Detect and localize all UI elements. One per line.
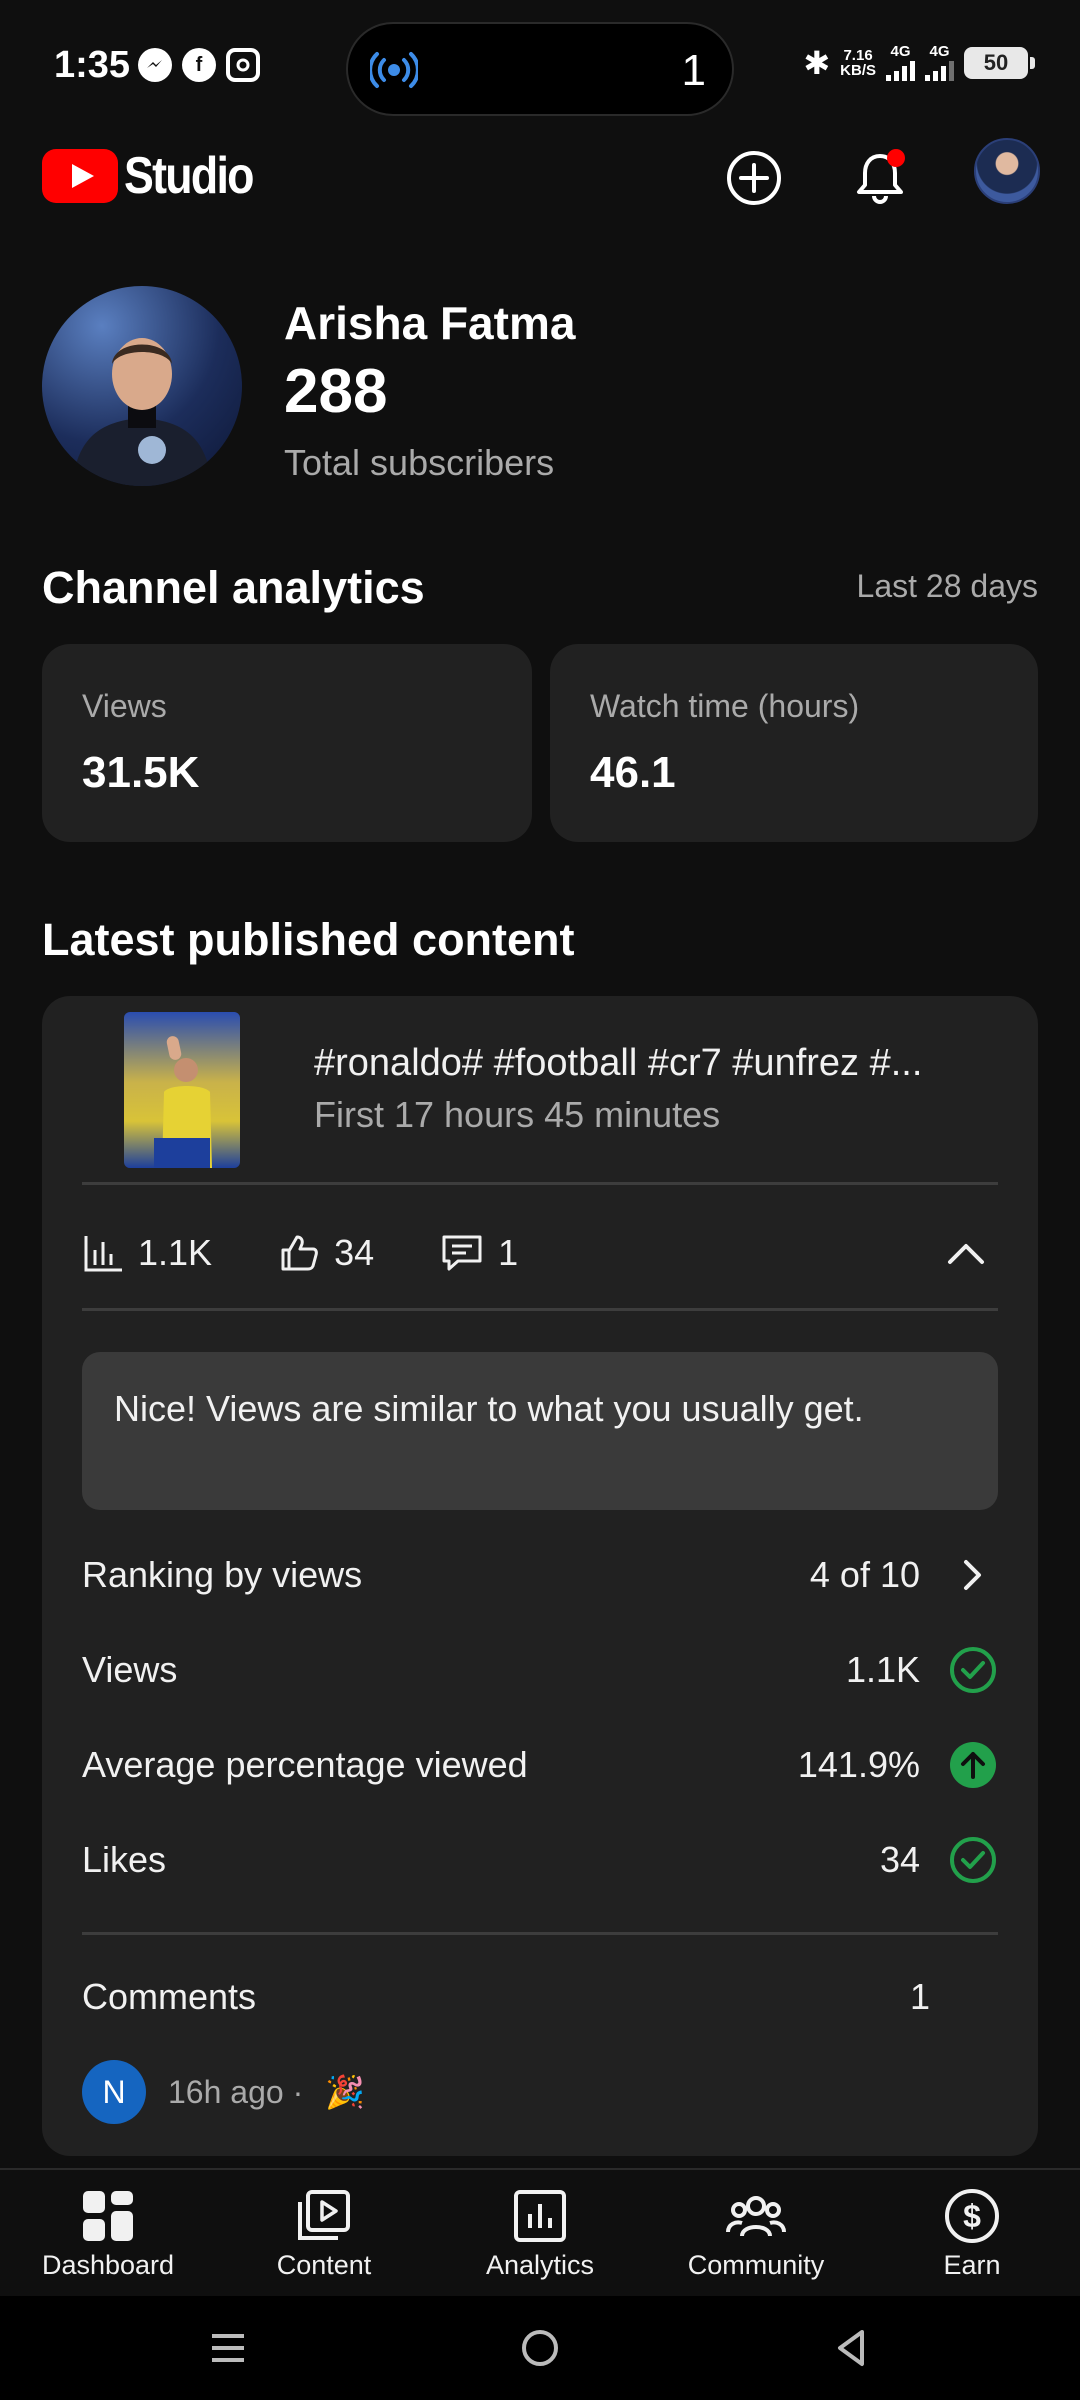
stat-label: Views xyxy=(82,688,167,724)
chevron-right-icon xyxy=(964,1560,981,1590)
messenger-icon xyxy=(138,48,172,82)
divider xyxy=(82,1308,998,1311)
comment-time: 16h ago · xyxy=(168,2073,304,2110)
views-card[interactable]: Views 31.5K xyxy=(42,644,532,842)
account-avatar[interactable] xyxy=(974,138,1040,204)
system-indicators: ✱ 7.16 KB/S 4G 4G 50 xyxy=(803,44,1035,82)
channel-avatar[interactable] xyxy=(42,286,242,486)
content-icon xyxy=(298,2190,350,2240)
nav-dashboard[interactable]: Dashboard xyxy=(0,2170,216,2296)
notification-icons: f xyxy=(138,48,260,82)
island-count: 1 xyxy=(681,46,706,95)
notifications-button[interactable] xyxy=(842,140,918,216)
status-time: 1:35 xyxy=(54,44,131,86)
thumbs-up-icon xyxy=(281,1235,318,1271)
create-button[interactable] xyxy=(716,140,792,216)
channel-profile: Arisha Fatma 288 Total subscribers xyxy=(42,286,1042,486)
channel-name: Arisha Fatma xyxy=(284,297,576,349)
check-circle-icon xyxy=(950,1647,996,1693)
video-metrics: 1.1K 34 1 xyxy=(82,1214,998,1292)
party-emoji: 🎉 xyxy=(325,2074,366,2110)
plus-circle-icon xyxy=(727,151,781,205)
comment-icon xyxy=(442,1235,482,1271)
system-navigation-bar xyxy=(0,2296,1080,2400)
bottom-navigation: Dashboard Content Analytics Community $ … xyxy=(0,2168,1080,2296)
stat-label: Watch time (hours) xyxy=(590,688,860,724)
broadcast-icon xyxy=(370,52,418,88)
latest-comment[interactable]: N 16h ago · 🎉 xyxy=(82,2060,365,2124)
recents-button[interactable] xyxy=(202,2322,254,2374)
latest-content-title: Latest published content xyxy=(42,914,575,965)
nav-content[interactable]: Content xyxy=(216,2170,432,2296)
video-thumbnail-image xyxy=(154,1036,212,1168)
stat-value: 46.1 xyxy=(590,748,676,797)
live-island[interactable]: 1 xyxy=(346,22,734,116)
arrow-up-circle-icon xyxy=(950,1742,996,1788)
insight-message: Nice! Views are similar to what you usua… xyxy=(82,1352,998,1510)
stat-value: 31.5K xyxy=(82,748,200,797)
bluetooth-icon: ✱ xyxy=(803,45,831,81)
video-thumbnail[interactable] xyxy=(124,1012,240,1168)
latest-content-card: #ronaldo# #football #cr7 #unfrez #... Fi… xyxy=(42,996,1038,2156)
divider xyxy=(82,1932,998,1935)
views-row: Views 1.1K xyxy=(82,1639,998,1699)
metric-likes: 34 xyxy=(278,1232,374,1274)
divider xyxy=(82,1182,998,1185)
earn-icon: $ xyxy=(945,2189,999,2243)
net-speed: 7.16 KB/S xyxy=(840,47,876,79)
dashboard-icon xyxy=(83,2191,133,2241)
home-button[interactable] xyxy=(514,2322,566,2374)
status-bar: 1:35 f 1 ✱ 7.16 KB/S 4G 4G 50 xyxy=(0,0,1080,130)
signal-icon: 4G xyxy=(886,44,915,81)
studio-logo: Studio xyxy=(42,146,274,206)
nav-community[interactable]: Community xyxy=(648,2170,864,2296)
comments-row[interactable]: Comments 1 xyxy=(82,1966,998,2026)
avg-percentage-row: Average percentage viewed 141.9% xyxy=(82,1734,998,1794)
bar-chart-icon xyxy=(84,1236,122,1272)
video-title[interactable]: #ronaldo# #football #cr7 #unfrez #... xyxy=(314,1042,1004,1085)
svg-text:$: $ xyxy=(963,2198,981,2234)
battery-icon: 50 xyxy=(964,47,1035,79)
metric-views: 1.1K xyxy=(82,1232,212,1274)
signal-icon: 4G xyxy=(925,44,954,81)
bell-icon xyxy=(857,149,905,204)
instagram-icon xyxy=(226,48,260,82)
watch-time-card[interactable]: Watch time (hours) 46.1 xyxy=(550,644,1038,842)
facebook-icon: f xyxy=(182,48,216,82)
notification-dot xyxy=(887,149,905,167)
app-header: Studio xyxy=(0,130,1080,250)
chevron-up-icon[interactable] xyxy=(942,1230,990,1278)
back-button[interactable] xyxy=(826,2322,878,2374)
channel-avatar-image xyxy=(72,338,212,486)
subscriber-label: Total subscribers xyxy=(284,442,555,483)
community-icon xyxy=(726,2196,786,2237)
metric-comments: 1 xyxy=(440,1232,518,1274)
analytics-icon xyxy=(514,2190,566,2242)
likes-row: Likes 34 xyxy=(82,1829,998,1889)
analytics-title: Channel analytics xyxy=(42,562,425,613)
nav-analytics[interactable]: Analytics xyxy=(432,2170,648,2296)
check-circle-icon xyxy=(950,1837,996,1883)
video-subtitle: First 17 hours 45 minutes xyxy=(314,1094,721,1135)
analytics-period: Last 28 days xyxy=(856,568,1038,604)
commenter-avatar: N xyxy=(82,2060,146,2124)
ranking-row[interactable]: Ranking by views 4 of 10 xyxy=(82,1544,998,1604)
nav-earn[interactable]: $ Earn xyxy=(864,2170,1080,2296)
youtube-play-icon xyxy=(42,149,118,203)
subscriber-count: 288 xyxy=(284,357,388,426)
